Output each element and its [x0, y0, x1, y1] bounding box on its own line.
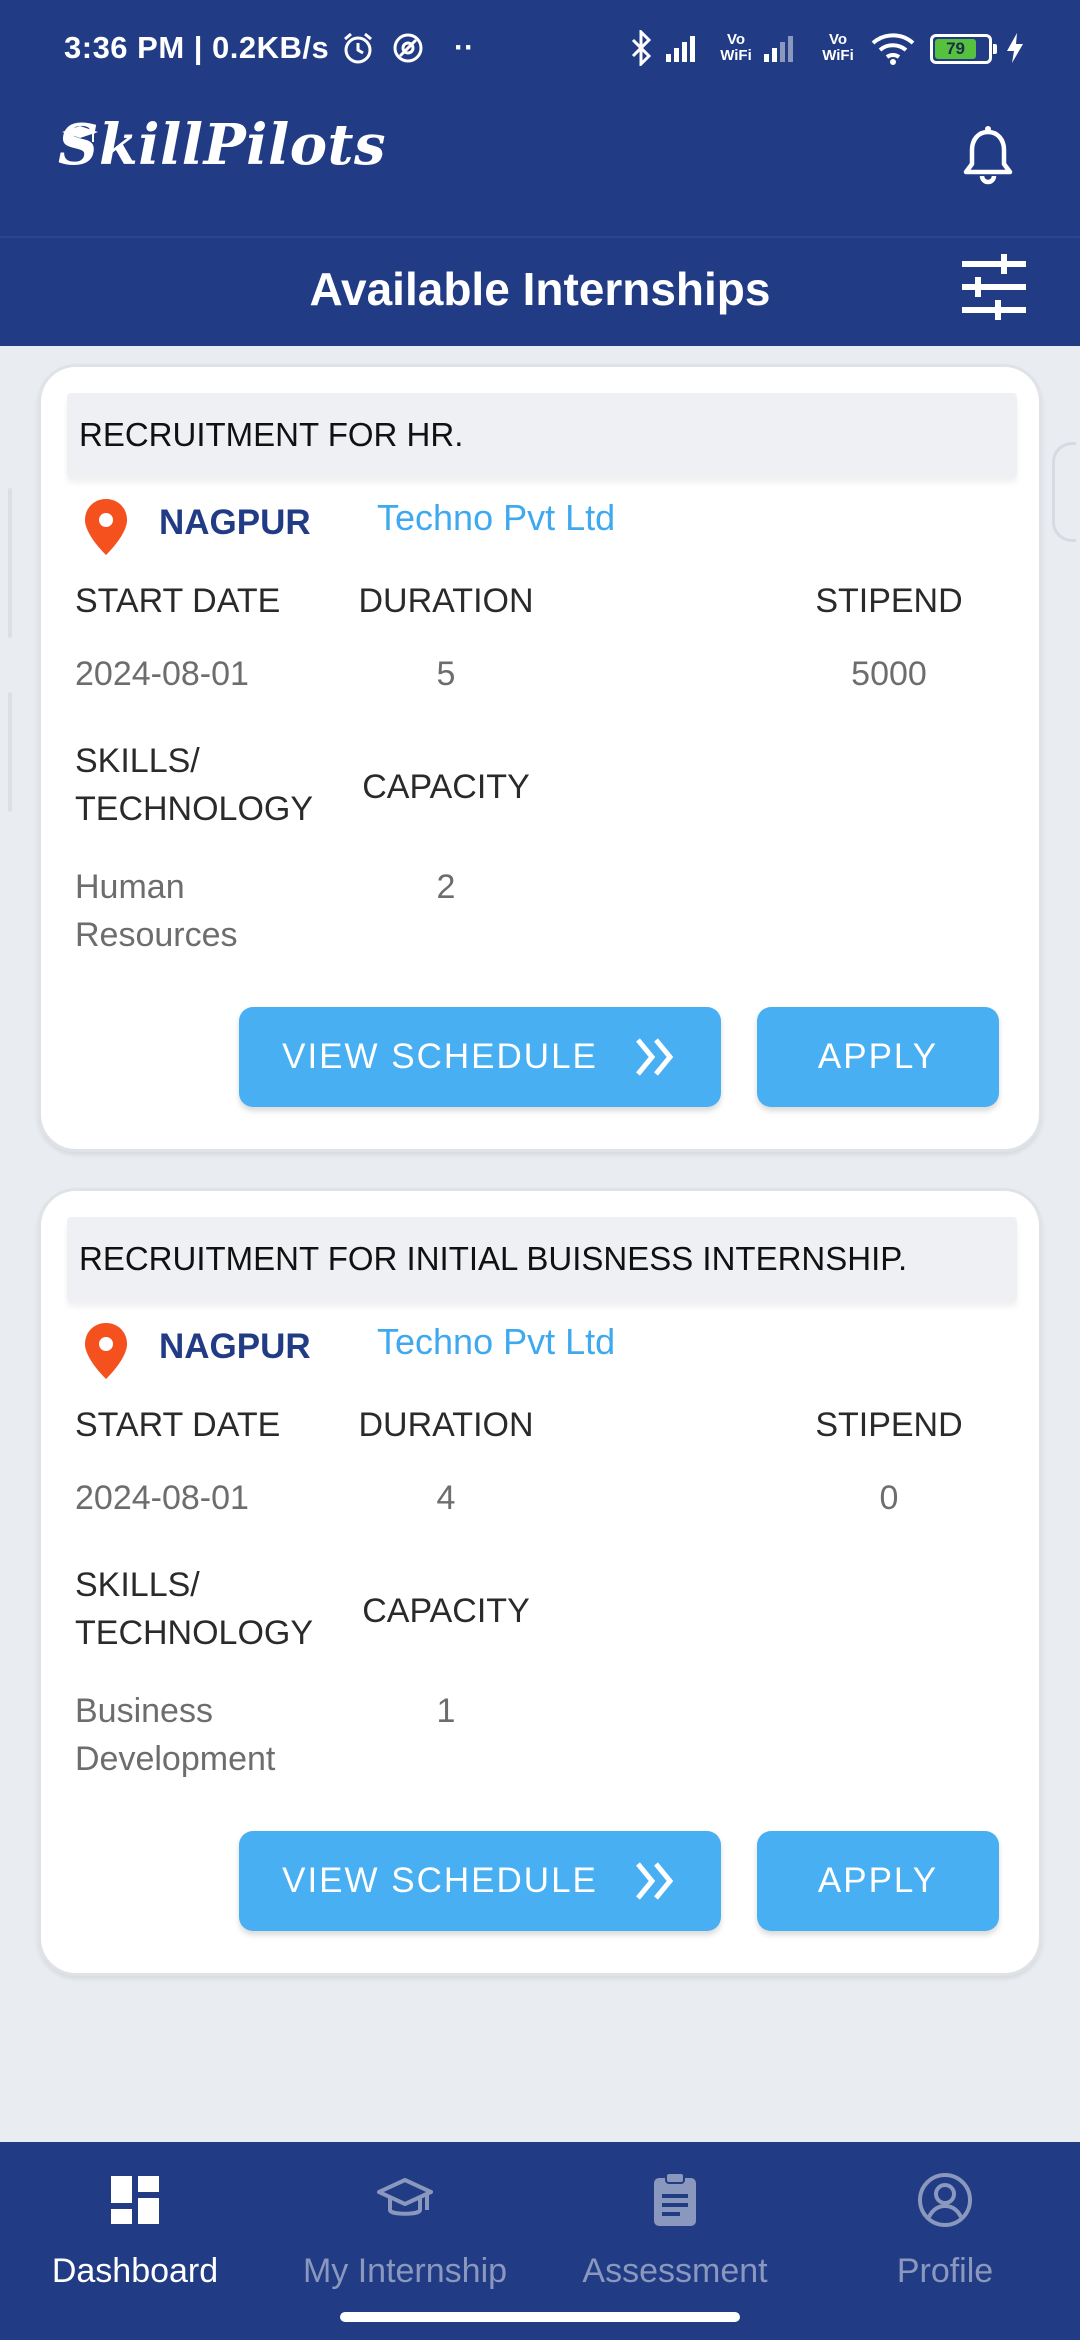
apply-label: APPLY	[817, 1037, 939, 1076]
alarm-icon	[338, 28, 378, 68]
notification-bell-icon[interactable]	[958, 124, 1018, 188]
duration-value: 5	[436, 655, 456, 693]
skills-label: SKILLS/ TECHNOLOGY	[75, 742, 314, 828]
nav-label-my-internship: My Internship	[302, 2252, 508, 2290]
capacity-value: 1	[436, 1692, 456, 1730]
company-link[interactable]: Techno Pvt Ltd	[377, 1321, 615, 1363]
profile-icon	[918, 2173, 972, 2227]
filter-icon[interactable]	[958, 252, 1030, 322]
bottom-navigation: Dashboard My Internship Assessment Profi…	[0, 2142, 1080, 2340]
signal-2-icon	[760, 28, 804, 68]
view-schedule-button[interactable]: VIEW SCHEDULE	[239, 1007, 721, 1107]
nav-item-assessment[interactable]: Assessment	[540, 2142, 810, 2340]
duration-value: 4	[436, 1479, 456, 1517]
duration-label: DURATION	[358, 582, 534, 620]
internship-location: NAGPUR	[159, 503, 311, 542]
internship-location: NAGPUR	[159, 1327, 311, 1366]
nav-item-profile[interactable]: Profile	[810, 2142, 1080, 2340]
internship-title: RECRUITMENT FOR INITIAL BUISNESS INTERNS…	[67, 1217, 1017, 1301]
dashboard-icon	[111, 2176, 159, 2224]
stipend-label: STIPEND	[815, 582, 963, 620]
status-time-speed: 3:36 PM | 0.2KB/s	[64, 30, 330, 65]
location-pin-icon	[85, 1323, 127, 1379]
graduation-cap-icon	[377, 2178, 433, 2216]
wifi-icon	[868, 28, 918, 68]
capacity-value: 2	[436, 868, 456, 906]
company-link[interactable]: Techno Pvt Ltd	[377, 497, 615, 539]
location-pin-icon	[85, 499, 127, 555]
vo-wifi-1-label: Vo WiFi	[720, 31, 752, 64]
start-date-label: START DATE	[75, 582, 281, 620]
nav-label-assessment: Assessment	[582, 2252, 768, 2290]
view-schedule-label: VIEW SCHEDULE	[282, 1037, 598, 1076]
capacity-label: CAPACITY	[362, 768, 530, 806]
internship-card: RECRUITMENT FOR INITIAL BUISNESS INTERNS…	[38, 1188, 1042, 1976]
start-date-value: 2024-08-01	[75, 1479, 249, 1517]
edge-drawer-handle[interactable]	[1052, 442, 1076, 542]
page-title: Available Internships	[309, 263, 771, 315]
edge-scroll-hint	[8, 692, 12, 812]
double-chevron-right-icon	[635, 1862, 674, 1900]
more-notifications-icon: ··	[454, 31, 474, 64]
battery-indicator: 79	[930, 34, 997, 64]
view-schedule-label: VIEW SCHEDULE	[282, 1861, 598, 1900]
nav-item-dashboard[interactable]: Dashboard	[0, 2142, 270, 2340]
view-schedule-button[interactable]: VIEW SCHEDULE	[239, 1831, 721, 1931]
battery-level: 79	[935, 39, 977, 59]
nav-label-dashboard: Dashboard	[51, 2252, 219, 2290]
start-date-value: 2024-08-01	[75, 655, 249, 693]
nav-item-my-internship[interactable]: My Internship	[270, 2142, 540, 2340]
signal-1-icon	[662, 28, 706, 68]
apply-button[interactable]: APPLY	[757, 1007, 999, 1107]
internship-title: RECRUITMENT FOR HR.	[67, 393, 1017, 477]
nav-label-profile: Profile	[896, 2252, 994, 2290]
duration-label: DURATION	[358, 1406, 534, 1444]
double-chevron-right-icon	[635, 1038, 674, 1076]
apply-button[interactable]: APPLY	[757, 1831, 999, 1931]
bluetooth-icon	[624, 28, 658, 68]
home-gesture-bar[interactable]	[340, 2312, 740, 2322]
skills-value: Business Development	[75, 1692, 276, 1778]
app-logo: SkillPilots	[58, 112, 386, 178]
skills-value: Human Resources	[75, 868, 238, 954]
stipend-value: 5000	[851, 655, 927, 693]
vo-wifi-2-label: Vo WiFi	[822, 31, 854, 64]
data-saver-icon	[388, 28, 428, 68]
stipend-value: 0	[879, 1479, 899, 1517]
capacity-label: CAPACITY	[362, 1592, 530, 1630]
charging-icon	[1000, 28, 1030, 68]
stipend-label: STIPEND	[815, 1406, 963, 1444]
internship-card: RECRUITMENT FOR HR. NAGPUR Techno Pvt Lt…	[38, 364, 1042, 1152]
skills-label: SKILLS/ TECHNOLOGY	[75, 1566, 314, 1652]
edge-scroll-hint	[8, 488, 12, 638]
clipboard-icon	[654, 2172, 696, 2226]
apply-label: APPLY	[817, 1861, 939, 1900]
page-title-bar: Available Internships	[0, 236, 1080, 346]
start-date-label: START DATE	[75, 1406, 281, 1444]
status-bar: 3:36 PM | 0.2KB/s ·· Vo WiFi Vo WiFi 79	[0, 0, 1080, 100]
app-header: 3:36 PM | 0.2KB/s ·· Vo WiFi Vo WiFi 79 …	[0, 0, 1080, 236]
